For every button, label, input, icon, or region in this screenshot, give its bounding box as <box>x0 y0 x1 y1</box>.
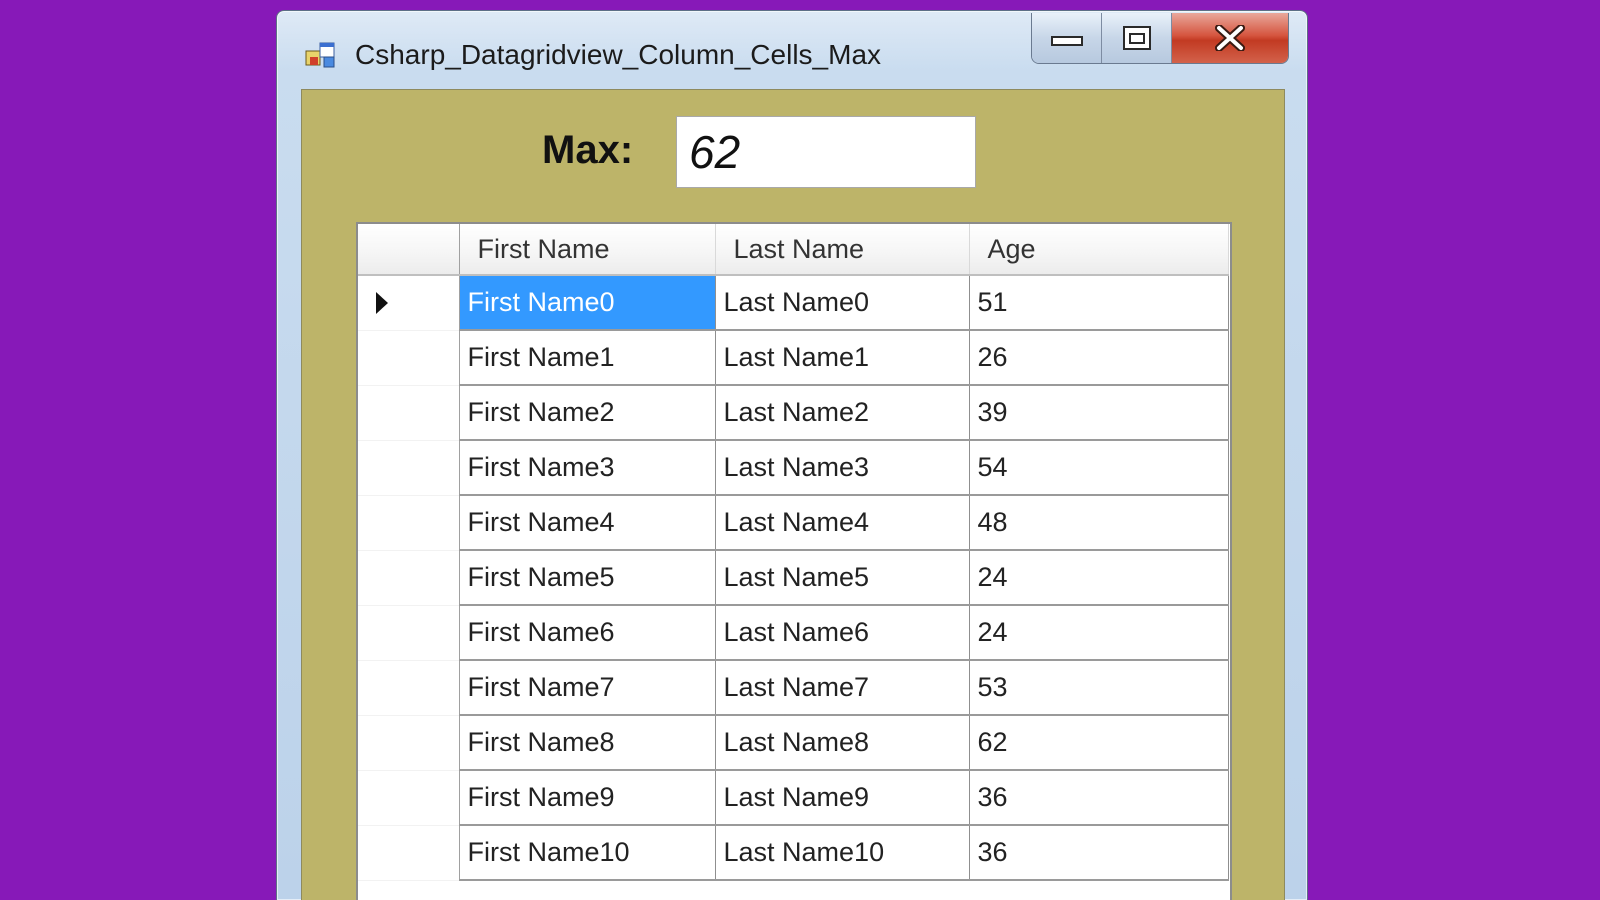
row-header[interactable] <box>358 825 460 881</box>
cell-age[interactable]: 26 <box>969 330 1229 386</box>
cell-first-name[interactable]: First Name7 <box>459 660 716 716</box>
data-grid-view[interactable]: First Name Last Name Age First Name0 Last… <box>356 222 1232 900</box>
cell-last-name[interactable]: Last Name3 <box>715 440 970 496</box>
grid-table: First Name Last Name Age First Name0 Last… <box>358 224 1229 881</box>
cell-age[interactable]: 48 <box>969 495 1229 551</box>
row-header[interactable] <box>358 330 460 386</box>
table-row[interactable]: First Name5 Last Name5 24 <box>358 550 1229 606</box>
app-window: Csharp_Datagridview_Column_Cells_Max Max… <box>276 10 1308 900</box>
title-bar[interactable]: Csharp_Datagridview_Column_Cells_Max <box>277 11 1307 91</box>
cell-last-name[interactable]: Last Name7 <box>715 660 970 716</box>
table-row[interactable]: First Name10 Last Name10 36 <box>358 825 1229 881</box>
max-label: Max: <box>542 128 634 172</box>
column-header-first-name[interactable]: First Name <box>459 224 716 276</box>
row-header[interactable] <box>358 770 460 826</box>
cell-first-name[interactable]: First Name0 <box>459 275 716 331</box>
cell-age[interactable]: 24 <box>969 605 1229 661</box>
row-header[interactable] <box>358 550 460 606</box>
cell-age[interactable]: 39 <box>969 385 1229 441</box>
cell-age[interactable]: 36 <box>969 825 1229 881</box>
cell-last-name[interactable]: Last Name0 <box>715 275 970 331</box>
cell-age[interactable]: 62 <box>969 715 1229 771</box>
maximize-button[interactable] <box>1102 13 1172 63</box>
column-header-last-name[interactable]: Last Name <box>715 224 970 276</box>
cell-last-name[interactable]: Last Name2 <box>715 385 970 441</box>
cell-last-name[interactable]: Last Name1 <box>715 330 970 386</box>
cell-first-name[interactable]: First Name3 <box>459 440 716 496</box>
row-header[interactable] <box>358 715 460 771</box>
column-header-age[interactable]: Age <box>969 224 1229 276</box>
row-header[interactable] <box>358 440 460 496</box>
row-header[interactable] <box>358 385 460 441</box>
cell-last-name[interactable]: Last Name9 <box>715 770 970 826</box>
cell-age[interactable]: 54 <box>969 440 1229 496</box>
maximize-icon <box>1122 26 1151 50</box>
grid-body: First Name0 Last Name0 51 First Name1 Last N… <box>358 275 1229 881</box>
cell-first-name[interactable]: First Name4 <box>459 495 716 551</box>
row-header[interactable] <box>358 605 460 661</box>
cell-last-name[interactable]: Last Name8 <box>715 715 970 771</box>
cell-age[interactable]: 51 <box>969 275 1229 331</box>
row-header[interactable] <box>358 660 460 716</box>
max-value-textbox[interactable] <box>676 116 976 188</box>
table-row[interactable]: First Name9 Last Name9 36 <box>358 770 1229 826</box>
cell-last-name[interactable]: Last Name4 <box>715 495 970 551</box>
cell-age[interactable]: 24 <box>969 550 1229 606</box>
minimize-icon <box>1050 36 1083 46</box>
current-row-arrow-icon <box>376 292 388 314</box>
close-icon <box>1215 25 1245 51</box>
minimize-button[interactable] <box>1032 13 1102 63</box>
close-button[interactable] <box>1172 13 1288 63</box>
cell-age[interactable]: 36 <box>969 770 1229 826</box>
cell-first-name[interactable]: First Name5 <box>459 550 716 606</box>
table-row[interactable]: First Name4 Last Name4 48 <box>358 495 1229 551</box>
cell-last-name[interactable]: Last Name6 <box>715 605 970 661</box>
table-row[interactable]: First Name2 Last Name2 39 <box>358 385 1229 441</box>
cell-first-name[interactable]: First Name8 <box>459 715 716 771</box>
cell-first-name[interactable]: First Name10 <box>459 825 716 881</box>
top-left-header-cell[interactable] <box>358 224 460 276</box>
cell-first-name[interactable]: First Name1 <box>459 330 716 386</box>
table-row[interactable]: First Name8 Last Name8 62 <box>358 715 1229 771</box>
window-controls <box>1031 13 1289 64</box>
app-icon <box>305 42 335 68</box>
table-row[interactable]: First Name0 Last Name0 51 <box>358 275 1229 331</box>
header-row: First Name Last Name Age <box>358 224 1229 276</box>
cell-first-name[interactable]: First Name6 <box>459 605 716 661</box>
row-header[interactable] <box>358 275 460 331</box>
table-row[interactable]: First Name6 Last Name6 24 <box>358 605 1229 661</box>
cell-first-name[interactable]: First Name9 <box>459 770 716 826</box>
form-client-area: Max: First Name Last Name Age <box>301 89 1285 900</box>
cell-first-name[interactable]: First Name2 <box>459 385 716 441</box>
table-row[interactable]: First Name3 Last Name3 54 <box>358 440 1229 496</box>
window-title: Csharp_Datagridview_Column_Cells_Max <box>355 39 882 70</box>
cell-last-name[interactable]: Last Name10 <box>715 825 970 881</box>
cell-last-name[interactable]: Last Name5 <box>715 550 970 606</box>
cell-age[interactable]: 53 <box>969 660 1229 716</box>
table-row[interactable]: First Name1 Last Name1 26 <box>358 330 1229 386</box>
row-header[interactable] <box>358 495 460 551</box>
table-row[interactable]: First Name7 Last Name7 53 <box>358 660 1229 716</box>
